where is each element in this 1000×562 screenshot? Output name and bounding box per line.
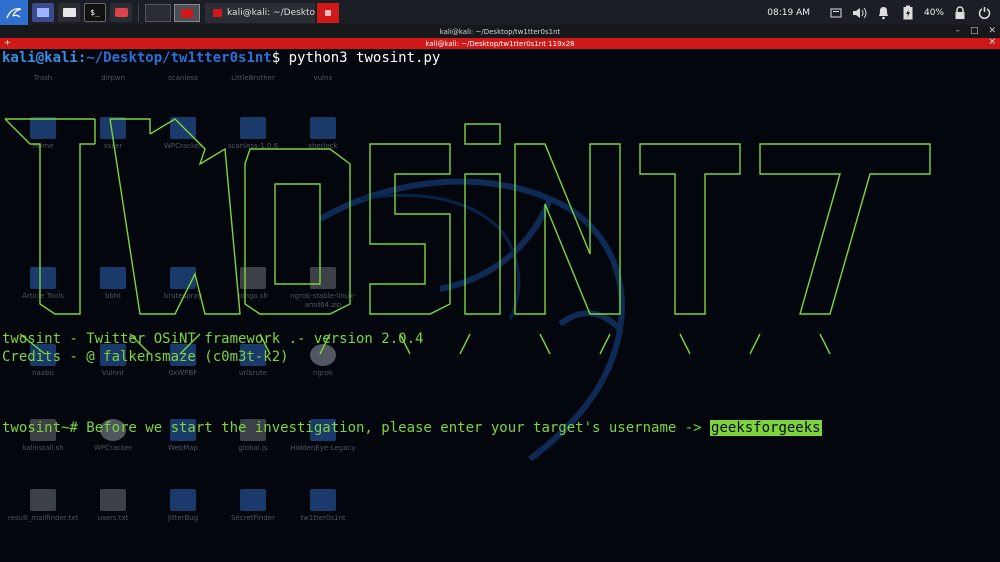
window-title: kali@kali: ~/Desktop/tw1tter0s1nt — [439, 27, 561, 36]
notification-icon[interactable] — [828, 5, 844, 21]
workspace-2[interactable] — [174, 3, 200, 22]
typed-command: python3 twosint.py — [280, 50, 441, 66]
panel-separator — [138, 3, 139, 22]
input-prompt-text: twosint~# Before we start the investigat… — [2, 420, 711, 436]
desktop-icon-label: WPCracker — [93, 444, 133, 452]
desktop-icon-label: SecretFinder — [231, 514, 275, 522]
folder-icon — [240, 489, 266, 511]
desktop-icon[interactable]: users.txt — [78, 489, 148, 523]
folder-icon — [170, 489, 196, 511]
file-icon — [100, 489, 126, 511]
desktop-icon-label: dirpwn — [101, 74, 125, 82]
minimize-icon[interactable]: – — [955, 26, 960, 36]
taskbar-window-label: kali@kali: ~/Desktop/tw — [227, 7, 315, 18]
desktop-icon-label: urlbrute — [238, 369, 268, 377]
desktop-icon[interactable]: SecretFinder — [218, 489, 288, 523]
desktop-icon[interactable]: Trash — [8, 71, 78, 83]
twosint-ascii-banner — [4, 118, 931, 355]
prompt-path: ~/Desktop/tw1tter0s1nt — [86, 50, 272, 66]
credits-line: Credits - @ falkensmaze (c0m3t-k2) — [2, 349, 289, 365]
folder-icon — [310, 489, 336, 511]
new-tab-icon[interactable]: + — [4, 38, 11, 47]
version-line: twosint - Twitter OSiNT framework .- ver… — [2, 331, 424, 347]
desktop-icon-label: ngrok — [313, 369, 333, 377]
bell-icon[interactable] — [876, 5, 892, 21]
desktop-icon-label: tw1tter0s1nt — [300, 514, 346, 522]
desktop-icon-label: users.txt — [97, 514, 129, 522]
file-icon — [30, 489, 56, 511]
workspace-window-thumb — [181, 8, 193, 18]
power-icon[interactable] — [976, 5, 992, 21]
desktop-icon[interactable]: dirpwn — [78, 71, 148, 83]
username-input[interactable]: geeksforgeeks — [710, 420, 822, 436]
recorder-launcher-icon[interactable] — [110, 3, 132, 22]
window-controls: – □ ✕ — [955, 26, 996, 36]
terminal-output[interactable]: Trash dirpwn scanless LittleBrother vulnx Hom… — [0, 49, 1000, 562]
battery-charging-icon[interactable] — [900, 5, 916, 21]
terminal-launcher-icon[interactable]: $_ — [84, 3, 106, 22]
battery-percent: 40% — [923, 7, 944, 18]
desktop-icon-label: 0xWPBF — [168, 369, 198, 377]
desktop-icon-label: LittleBrother — [231, 74, 275, 82]
kali-menu-button[interactable] — [0, 0, 28, 25]
terminal-task-icon — [213, 8, 222, 17]
desktop-icon-label: kalinstall.sh — [22, 444, 64, 452]
desktop-icon-label: WebMap — [167, 444, 199, 452]
volume-icon[interactable] — [852, 5, 868, 21]
desktop-icon-label: naabu — [32, 369, 54, 377]
prompt-symbol: $ — [271, 50, 281, 66]
desktop-icon[interactable]: LittleBrother — [218, 71, 288, 83]
desktop-icon-label: result_mailfinder.txt — [8, 514, 78, 522]
lock-icon[interactable] — [952, 5, 968, 21]
desktop-icon[interactable]: scanless — [148, 71, 218, 83]
desktop-icon[interactable]: vulnx — [288, 71, 358, 83]
taskbar-terminal-window[interactable]: kali@kali: ~/Desktop/tw — [205, 2, 315, 23]
desktop-icon-label: JitterBug — [167, 514, 199, 522]
terminal-titlebar: kali@kali: ~/Desktop/tw1tter0s1nt – □ ✕ — [0, 25, 1000, 38]
desktop-icon-label: Vulnnr — [101, 369, 125, 377]
username-prompt-line: twosint~# Before we start the investigat… — [2, 420, 822, 436]
desktop-icon-label: vulnx — [313, 74, 333, 82]
shell-prompt-line: kali@kali:~/Desktop/tw1tter0s1nt$ python… — [2, 50, 440, 66]
close-icon[interactable]: ✕ — [988, 26, 996, 36]
desktop-icon[interactable]: result_mailfinder.txt — [8, 489, 78, 523]
top-panel: $_ kali@kali: ~/Desktop/tw 08:19 AM 40% — [0, 0, 1000, 25]
desktop-icon-label: scanless — [168, 74, 198, 82]
desktop-icon[interactable]: tw1tter0s1nt — [288, 489, 358, 523]
files-launcher-icon[interactable] — [32, 3, 54, 22]
desktop-icon[interactable]: JitterBug — [148, 489, 218, 523]
prompt-user: kali@kali — [2, 50, 78, 66]
system-tray: 08:19 AM 40% — [767, 5, 1000, 21]
folder-launcher-icon[interactable] — [58, 3, 80, 22]
desktop-icon-label: Trash — [33, 74, 53, 82]
desktop-icon-label: HiddenEye-Legacy — [290, 444, 356, 452]
kali-dragon-icon — [6, 7, 22, 18]
tab-title: kali@kali: ~/Desktop/tw1tter0s1nt 119x28 — [425, 39, 575, 48]
tab-close-icon[interactable]: × — [988, 37, 996, 47]
terminal-tab[interactable]: + kali@kali: ~/Desktop/tw1tter0s1nt 119x… — [0, 37, 1000, 49]
taskbar-window-2[interactable] — [317, 2, 339, 23]
maximize-icon[interactable]: □ — [970, 26, 979, 36]
clock[interactable]: 08:19 AM — [767, 8, 810, 18]
workspace-1[interactable] — [145, 3, 171, 22]
desktop-icon-label: global.js — [238, 444, 268, 452]
